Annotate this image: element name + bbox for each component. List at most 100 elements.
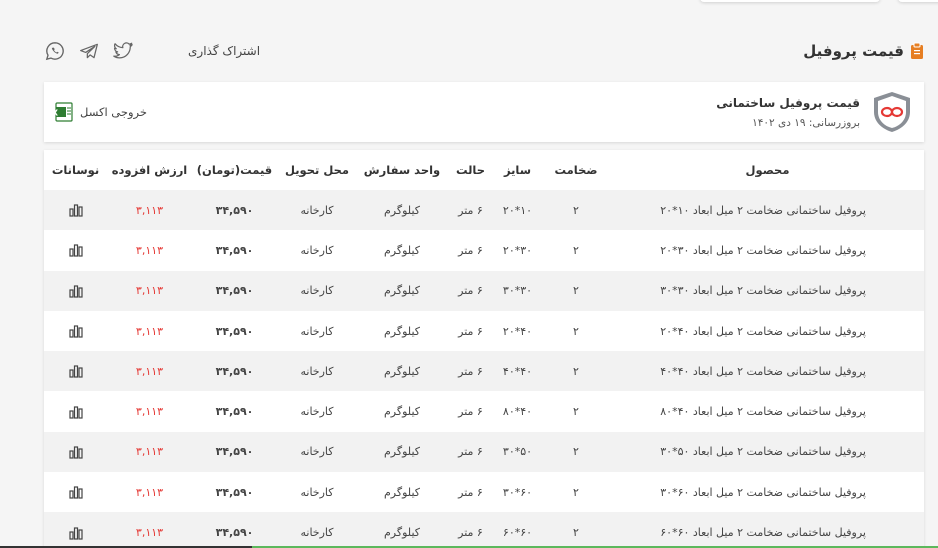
size-cell: ۳۰*۳۰ <box>502 284 533 298</box>
table-row: پروفیل ساختمانی ضخامت ۲ میل ابعاد ۳۰*۳۰ ۲… <box>44 270 924 311</box>
brand-info: قیمت پروفیل ساختمانی بروزرسانی: ۱۹ دی ۱۴… <box>716 90 914 134</box>
vat-cell: ۳,۱۱۳ <box>135 243 164 257</box>
vat-cell: ۳,۱۱۳ <box>135 405 164 419</box>
table-row: پروفیل ساختمانی ضخامت ۲ میل ابعاد ۱۰*۲۰ ۲… <box>44 190 924 231</box>
thickness-cell: ۲ <box>573 324 579 338</box>
location-cell: کارخانه <box>300 324 334 338</box>
fluctuation-chart-button[interactable] <box>44 203 107 217</box>
vat-cell: ۳,۱۱۳ <box>135 526 164 540</box>
vat-cell: ۳,۱۱۳ <box>135 485 164 499</box>
telegram-icon[interactable] <box>78 40 100 62</box>
bar-chart-icon <box>68 526 83 540</box>
location-cell: کارخانه <box>300 485 334 499</box>
unit-cell: کیلوگرم <box>384 485 420 499</box>
page-title: قیمت پروفیل <box>803 42 904 60</box>
price-cell: ۳۴,۵۹۰ <box>215 364 254 378</box>
table-body: پروفیل ساختمانی ضخامت ۲ میل ابعاد ۱۰*۲۰ ۲… <box>44 190 924 548</box>
price-table: محصول ضخامت سایز حالت واحد سفارش محل تحو… <box>44 150 924 548</box>
column-header-thickness: ضخامت <box>554 163 598 177</box>
unit-cell: کیلوگرم <box>384 364 420 378</box>
column-header-fluctuations: نوسانات <box>51 163 100 177</box>
vat-cell: ۳,۱۱۳ <box>135 203 164 217</box>
fluctuation-chart-button[interactable] <box>44 485 107 499</box>
linkedin-icon[interactable]: in <box>146 40 168 62</box>
state-cell: ۶ متر <box>458 203 483 217</box>
thickness-cell: ۲ <box>573 485 579 499</box>
vat-cell: ۳,۱۱۳ <box>135 324 164 338</box>
fluctuation-chart-button[interactable] <box>44 405 107 419</box>
fluctuation-chart-button[interactable] <box>44 243 107 258</box>
bar-chart-icon <box>68 244 83 258</box>
bar-chart-icon <box>68 285 83 298</box>
product-cell: پروفیل ساختمانی ضخامت ۲ میل ابعاد ۴۰*۴۰ <box>660 364 866 378</box>
table-row: پروفیل ساختمانی ضخامت ۲ میل ابعاد ۳۰*۲۰ ۲… <box>44 230 924 270</box>
brand-logo-icon <box>874 92 910 132</box>
size-cell: ۵۰*۳۰ <box>502 445 533 459</box>
top-card-fragment <box>898 0 938 2</box>
excel-icon: X <box>54 102 73 122</box>
price-card: قیمت پروفیل ساختمانی بروزرسانی: ۱۹ دی ۱۴… <box>44 82 924 142</box>
fluctuation-chart-button[interactable] <box>44 324 107 338</box>
size-cell: ۱۰*۲۰ <box>502 203 533 217</box>
column-header-product: محصول <box>745 163 790 177</box>
clipboard-icon <box>911 42 923 59</box>
column-header-size: سایز <box>503 163 532 177</box>
unit-cell: کیلوگرم <box>384 405 420 419</box>
excel-export-button[interactable]: خروجی اکسل X <box>54 102 147 122</box>
product-cell: پروفیل ساختمانی ضخامت ۲ میل ابعاد ۳۰*۲۰ <box>660 243 866 257</box>
column-header-unit: واحد سفارش <box>363 163 441 177</box>
state-cell: ۶ متر <box>458 526 483 540</box>
thickness-cell: ۲ <box>573 364 579 378</box>
vat-cell: ۳,۱۱۳ <box>135 364 164 378</box>
share-label: اشتراک گذاری <box>188 44 261 58</box>
svg-text:in: in <box>147 42 148 60</box>
table-row: پروفیل ساختمانی ضخامت ۲ میل ابعاد ۴۰*۸۰ ۲… <box>44 391 924 431</box>
price-cell: ۳۴,۵۹۰ <box>215 284 254 298</box>
product-cell: پروفیل ساختمانی ضخامت ۲ میل ابعاد ۵۰*۳۰ <box>660 445 866 459</box>
bar-chart-icon <box>68 406 83 419</box>
state-cell: ۶ متر <box>458 364 483 378</box>
column-header-state: حالت <box>455 163 486 177</box>
bar-chart-icon <box>68 486 83 499</box>
fluctuation-chart-button[interactable] <box>44 445 107 459</box>
fluctuation-chart-button[interactable] <box>44 284 107 298</box>
table-header-row: محصول ضخامت سایز حالت واحد سفارش محل تحو… <box>44 150 924 190</box>
location-cell: کارخانه <box>300 243 334 257</box>
fluctuation-chart-button[interactable] <box>44 364 107 378</box>
vat-cell: ۳,۱۱۳ <box>135 284 164 298</box>
fluctuation-chart-button[interactable] <box>44 526 107 540</box>
size-cell: ۶۰*۳۰ <box>502 485 533 499</box>
export-label: خروجی اکسل <box>80 105 147 119</box>
bar-chart-icon <box>68 325 83 338</box>
thickness-cell: ۲ <box>573 526 579 540</box>
whatsapp-icon[interactable] <box>44 40 66 62</box>
bar-chart-icon <box>68 365 83 378</box>
unit-cell: کیلوگرم <box>384 324 420 338</box>
location-cell: کارخانه <box>300 284 334 298</box>
state-cell: ۶ متر <box>458 284 483 298</box>
size-cell: ۴۰*۴۰ <box>502 364 533 378</box>
price-cell: ۳۴,۵۹۰ <box>215 203 254 217</box>
unit-cell: کیلوگرم <box>384 203 420 217</box>
size-cell: ۳۰*۲۰ <box>502 243 533 257</box>
state-cell: ۶ متر <box>458 485 483 499</box>
unit-cell: کیلوگرم <box>384 243 420 257</box>
unit-cell: کیلوگرم <box>384 284 420 298</box>
price-cell: ۳۴,۵۹۰ <box>215 445 254 459</box>
price-cell: ۳۴,۵۹۰ <box>215 485 254 499</box>
product-cell: پروفیل ساختمانی ضخامت ۲ میل ابعاد ۶۰*۳۰ <box>660 485 866 499</box>
price-cell: ۳۴,۵۹۰ <box>215 526 254 540</box>
bar-chart-icon <box>68 204 83 217</box>
product-cell: پروفیل ساختمانی ضخامت ۲ میل ابعاد ۴۰*۲۰ <box>660 324 866 338</box>
column-header-price: قیمت(تومان) <box>196 163 273 177</box>
column-header-vat: ارزش افزوده <box>111 163 188 177</box>
column-header-location: محل تحویل <box>284 163 350 177</box>
page-title-wrap: قیمت پروفیل <box>803 42 924 60</box>
product-cell: پروفیل ساختمانی ضخامت ۲ میل ابعاد ۳۰*۳۰ <box>660 284 866 298</box>
location-cell: کارخانه <box>300 526 334 540</box>
table-row: پروفیل ساختمانی ضخامت ۲ میل ابعاد ۴۰*۴۰ ۲… <box>44 351 924 392</box>
thickness-cell: ۲ <box>573 445 579 459</box>
top-card-fragment <box>700 0 880 2</box>
twitter-icon[interactable] <box>112 40 134 62</box>
table-row: پروفیل ساختمانی ضخامت ۲ میل ابعاد ۶۰*۶۰ ۲… <box>44 512 924 548</box>
